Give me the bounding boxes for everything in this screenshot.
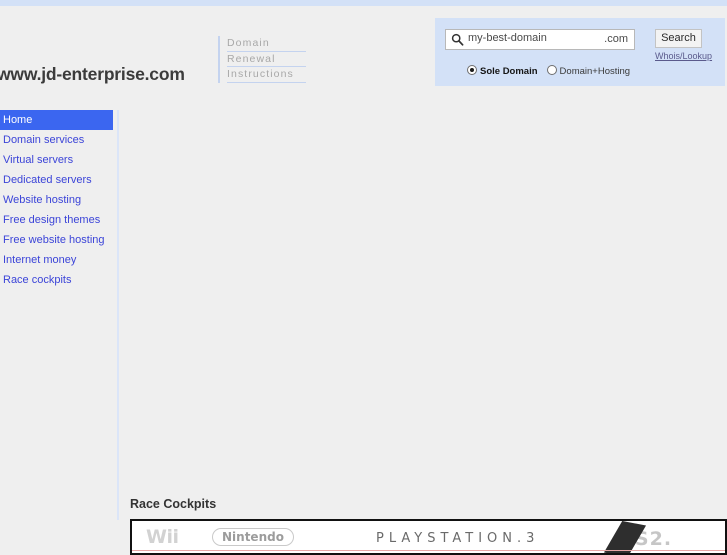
renewal-link-line-3[interactable]: Instructions (227, 67, 306, 83)
search-scope-options: Sole Domain Domain+Hosting (467, 65, 639, 77)
sidebar-item-home[interactable]: Home (0, 110, 113, 130)
tld-suffix-label: .com (604, 33, 628, 45)
sidebar-item-internet-money[interactable]: Internet money (0, 250, 113, 270)
sidebar-divider (117, 110, 119, 520)
radio-sole-domain-label: Sole Domain (480, 66, 538, 77)
whois-lookup-link[interactable]: Whois/Lookup (655, 51, 712, 61)
playstation3-logo: PLAYSTATION.3 (376, 531, 540, 546)
sidebar-item-free-website-hosting[interactable]: Free website hosting (0, 230, 113, 250)
banner-bottom-rule (132, 550, 725, 551)
domain-renewal-instructions-link[interactable]: Domain Renewal Instructions (218, 36, 306, 83)
search-input[interactable] (468, 32, 578, 44)
domain-search-row: .com Search Whois/Lookup (445, 29, 712, 61)
renewal-link-line-1[interactable]: Domain (227, 36, 306, 52)
sidebar-item-free-design-themes[interactable]: Free design themes (0, 210, 113, 230)
sidebar-item-race-cockpits[interactable]: Race cockpits (0, 270, 113, 290)
sidebar-item-website-hosting[interactable]: Website hosting (0, 190, 113, 210)
domain-search-panel: .com Search Whois/Lookup Sole Domain Dom… (435, 18, 725, 86)
radio-domain-hosting[interactable]: Domain+Hosting (546, 65, 631, 77)
search-icon (451, 33, 464, 46)
radio-sole-domain[interactable]: Sole Domain (467, 65, 538, 77)
section-heading-race-cockpits: Race Cockpits (130, 497, 217, 512)
page-title: www.jd-enterprise.com (0, 64, 185, 84)
nintendo-logo: Nintendo (212, 528, 294, 546)
sidebar-item-domain-services[interactable]: Domain services (0, 130, 113, 150)
domain-search-field[interactable]: .com (445, 29, 635, 50)
sidebar-item-virtual-servers[interactable]: Virtual servers (0, 150, 113, 170)
renewal-link-line-2[interactable]: Renewal (227, 52, 306, 67)
radio-dot-icon (546, 65, 557, 75)
console-logos-banner: Wii Nintendo PLAYSTATION.3 PS2. (130, 519, 727, 555)
search-button[interactable]: Search (655, 29, 702, 48)
sidebar-navigation: Home Domain services Virtual servers Ded… (0, 110, 113, 290)
sidebar-item-dedicated-servers[interactable]: Dedicated servers (0, 170, 113, 190)
radio-domain-hosting-label: Domain+Hosting (559, 66, 631, 77)
main-content: Race Cockpits Wii Nintendo PLAYSTATION.3… (130, 110, 727, 555)
site-header: www.jd-enterprise.com Domain Renewal Ins… (0, 6, 727, 102)
radio-dot-selected-icon (467, 65, 477, 75)
